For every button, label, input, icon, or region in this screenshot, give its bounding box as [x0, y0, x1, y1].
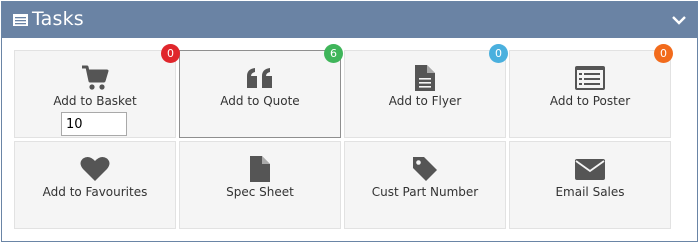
- email-sales-tile[interactable]: Email Sales: [509, 141, 671, 229]
- basket-count-badge: 0: [161, 44, 180, 63]
- document-icon: [415, 65, 435, 91]
- quote-count-badge: 6: [324, 44, 343, 63]
- add-to-favourites-tile[interactable]: Add to Favourites: [14, 141, 176, 229]
- file-icon: [250, 156, 270, 182]
- quantity-input[interactable]: [61, 112, 127, 136]
- flyer-count-badge: 0: [489, 44, 508, 63]
- add-to-quote-tile[interactable]: Add to Quote: [179, 50, 341, 138]
- chevron-down-icon[interactable]: [671, 14, 687, 26]
- panel-title: Tasks: [32, 8, 84, 30]
- tile-label: Add to Basket: [53, 94, 137, 108]
- tile-label: Add to Quote: [220, 94, 300, 108]
- tile-label: Spec Sheet: [226, 185, 294, 199]
- panel-header[interactable]: Tasks: [2, 2, 697, 38]
- cust-part-number-tile[interactable]: Cust Part Number: [344, 141, 506, 229]
- add-to-poster-tile[interactable]: Add to Poster: [509, 50, 671, 138]
- tasks-panel: Tasks Add to Basket Add to Quote: [1, 1, 698, 242]
- cart-icon: [82, 65, 109, 90]
- envelope-icon: [575, 159, 605, 180]
- quote-icon: [247, 68, 272, 88]
- tile-label: Add to Favourites: [42, 185, 148, 199]
- spec-sheet-tile[interactable]: Spec Sheet: [179, 141, 341, 229]
- add-to-basket-tile[interactable]: Add to Basket: [14, 50, 176, 138]
- list-icon: [13, 14, 28, 26]
- tag-icon: [413, 157, 437, 181]
- tile-label: Email Sales: [555, 185, 625, 199]
- poster-list-icon: [575, 66, 605, 90]
- add-to-flyer-tile[interactable]: Add to Flyer: [344, 50, 506, 138]
- heart-icon: [80, 156, 110, 181]
- poster-count-badge: 0: [654, 44, 673, 63]
- tile-label: Cust Part Number: [371, 185, 479, 199]
- tile-label: Add to Poster: [549, 94, 631, 108]
- tile-label: Add to Flyer: [388, 94, 462, 108]
